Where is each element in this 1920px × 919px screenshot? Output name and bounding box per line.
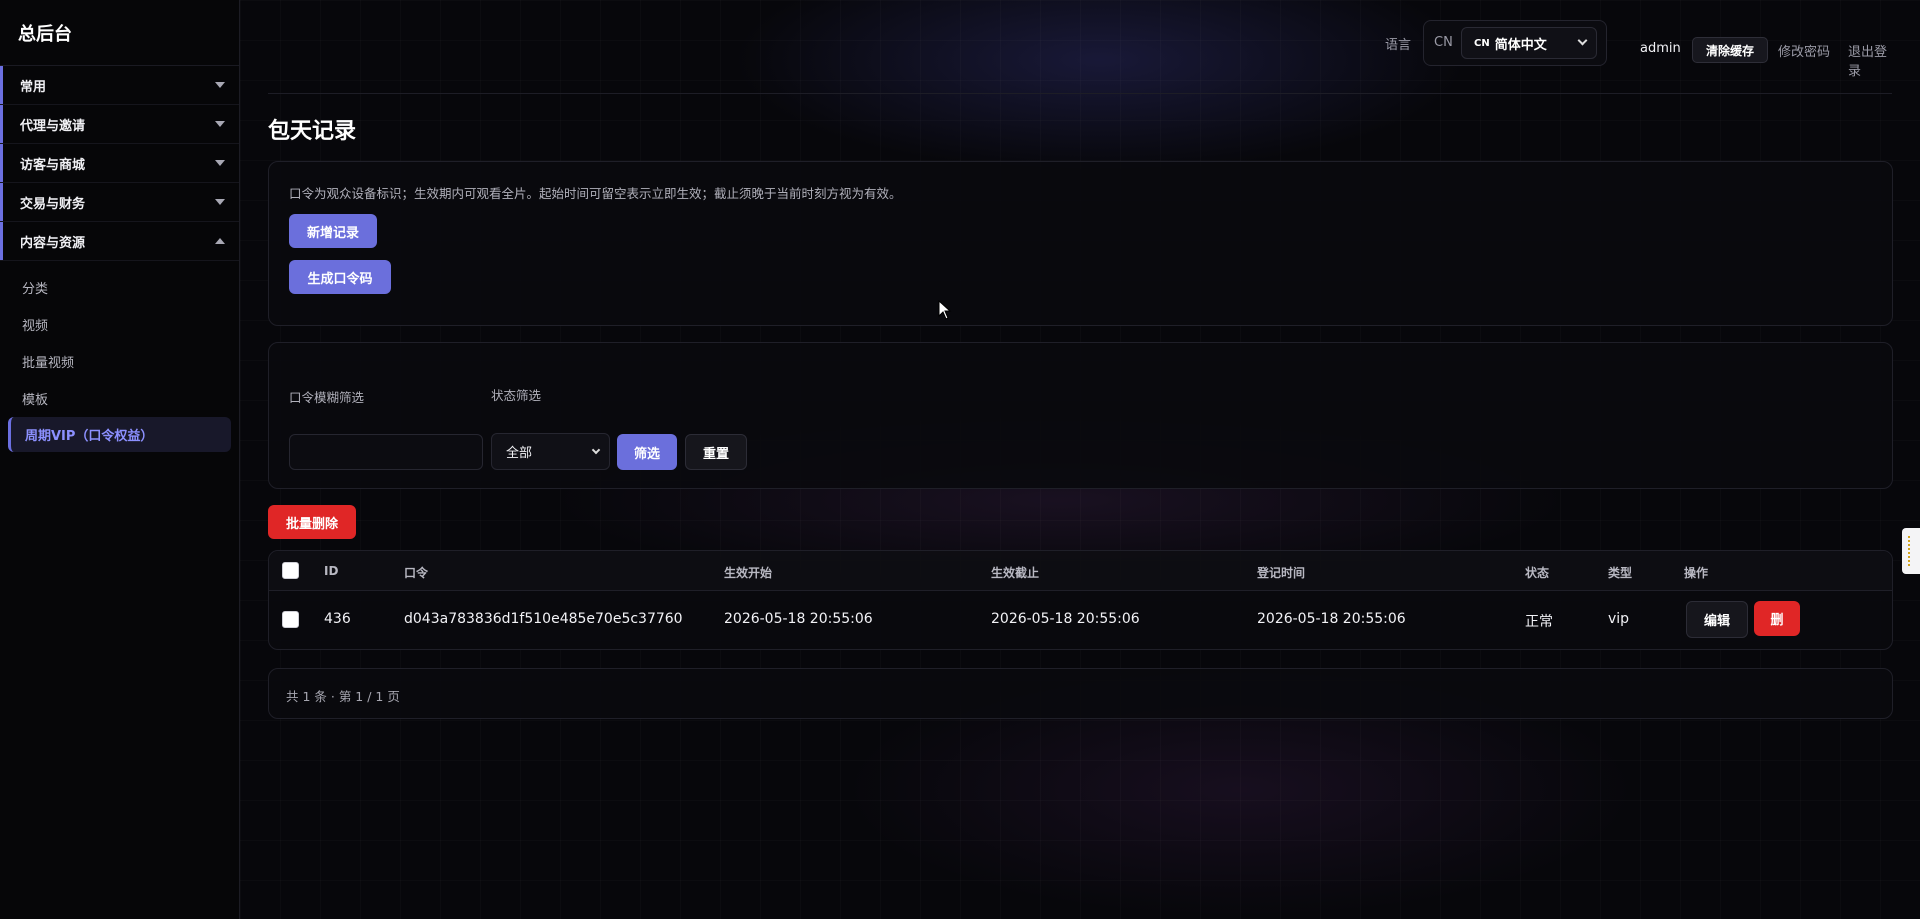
- edit-button[interactable]: 编辑: [1686, 601, 1748, 638]
- flag-icon: CN: [1474, 37, 1490, 49]
- row-registered: 2026-05-18 20:55:06: [1257, 611, 1406, 627]
- sidebar-item-category[interactable]: 分类: [0, 269, 239, 306]
- filter-card: 口令模糊筛选 状态筛选 全部 筛选 重置: [268, 342, 1893, 489]
- nav-group-label: 内容与资源: [20, 235, 86, 251]
- hint-text: 口令为观众设备标识；生效期内可观看全片。起始时间可留空表示立即生效；截止须晚于当…: [289, 186, 902, 201]
- row-status: 正常: [1525, 614, 1553, 630]
- records-table: ID 口令 生效开始 生效截止 登记时间 状态 类型 操作 436 d043a7…: [268, 550, 1893, 650]
- sidebar-item-batch-video[interactable]: 批量视频: [0, 343, 239, 380]
- chevron-down-icon: [215, 121, 225, 127]
- content-sub-menu: 分类 视频 批量视频 模板 周期VIP（口令权益）: [0, 261, 239, 452]
- language-code: CN: [1434, 35, 1453, 50]
- row-type: vip: [1608, 611, 1630, 627]
- actions-card: 口令为观众设备标识；生效期内可观看全片。起始时间可留空表示立即生效；截止须晚于当…: [268, 161, 1893, 326]
- sidebar-item-video[interactable]: 视频: [0, 306, 239, 343]
- nav-group-content[interactable]: 内容与资源: [0, 222, 239, 261]
- status-filter-label: 状态筛选: [491, 388, 542, 403]
- column-header-id: ID: [324, 564, 339, 578]
- status-filter-select[interactable]: 全部: [491, 433, 610, 470]
- pagination-summary: 共 1 条 · 第 1 / 1 页: [286, 689, 400, 704]
- change-password-link[interactable]: 修改密码: [1778, 41, 1830, 60]
- chevron-down-icon: [1577, 35, 1588, 46]
- nav-group-label: 代理与邀请: [20, 118, 86, 134]
- table-header: ID 口令 生效开始 生效截止 登记时间 状态 类型 操作: [269, 551, 1892, 591]
- column-header-end: 生效截止: [991, 566, 1040, 580]
- sidebar-item-period-vip[interactable]: 周期VIP（口令权益）: [8, 417, 231, 452]
- nav-group-common[interactable]: 常用: [0, 66, 239, 105]
- language-label: 语言: [1385, 38, 1412, 53]
- add-record-button[interactable]: 新增记录: [289, 214, 377, 248]
- select-all-checkbox[interactable]: [282, 562, 299, 579]
- generate-code-button[interactable]: 生成口令码: [289, 260, 391, 294]
- row-end: 2026-05-18 20:55:06: [991, 611, 1140, 627]
- row-code: d043a783836d1f510e485e70e5c37760: [404, 611, 683, 627]
- column-header-start: 生效开始: [724, 566, 773, 580]
- column-header-code: 口令: [404, 566, 429, 580]
- sidebar: 总后台 常用 代理与邀请 访客与商城 交易与财务 内容与资源 分类 视频 批量视…: [0, 0, 240, 919]
- batch-delete-button[interactable]: 批量删除: [268, 505, 356, 539]
- language-select-value: 简体中文: [1494, 37, 1547, 53]
- nav-group-label: 常用: [20, 79, 47, 95]
- nav-group-finance[interactable]: 交易与财务: [0, 183, 239, 222]
- status-filter-value: 全部: [506, 446, 533, 461]
- clear-cache-button[interactable]: 清除缓存: [1692, 37, 1768, 63]
- code-filter-label: 口令模糊筛选: [289, 390, 365, 405]
- username: admin: [1640, 41, 1681, 56]
- main-content: 语言 CN CN 简体中文 admin 清除缓存 修改密码 退出登录 包天记录 …: [240, 0, 1920, 919]
- row-start: 2026-05-18 20:55:06: [724, 611, 873, 627]
- logout-link[interactable]: 退出登录: [1848, 41, 1892, 79]
- column-header-type: 类型: [1608, 566, 1633, 580]
- pagination: 共 1 条 · 第 1 / 1 页: [268, 668, 1893, 719]
- filter-button[interactable]: 筛选: [617, 434, 677, 470]
- row-checkbox[interactable]: [282, 611, 299, 628]
- nav-group-label: 访客与商城: [20, 157, 86, 173]
- reset-button[interactable]: 重置: [685, 434, 747, 470]
- nav-group-agents[interactable]: 代理与邀请: [0, 105, 239, 144]
- column-header-status: 状态: [1525, 566, 1550, 580]
- code-filter-input[interactable]: [289, 434, 483, 470]
- language-select[interactable]: CN 简体中文: [1461, 27, 1597, 59]
- column-header-registered: 登记时间: [1257, 566, 1306, 580]
- chevron-down-icon: [591, 445, 601, 455]
- page-title: 包天记录: [268, 119, 357, 144]
- chevron-down-icon: [215, 82, 225, 88]
- chevron-down-icon: [215, 199, 225, 205]
- language-box: CN CN 简体中文: [1423, 20, 1607, 66]
- brand-title: 总后台: [0, 0, 239, 66]
- table-row: 436 d043a783836d1f510e485e70e5c37760 202…: [269, 591, 1892, 649]
- chevron-up-icon: [215, 238, 225, 244]
- sidebar-item-template[interactable]: 模板: [0, 380, 239, 417]
- chevron-down-icon: [215, 160, 225, 166]
- nav-group-label: 交易与财务: [20, 196, 86, 212]
- delete-button[interactable]: 删: [1754, 601, 1800, 636]
- row-id: 436: [324, 611, 351, 627]
- nav-group-visitors[interactable]: 访客与商城: [0, 144, 239, 183]
- topbar: 语言 CN CN 简体中文 admin 清除缓存 修改密码 退出登录: [268, 0, 1892, 94]
- side-handle-tab[interactable]: [1902, 528, 1920, 574]
- app-root: 总后台 常用 代理与邀请 访客与商城 交易与财务 内容与资源 分类 视频 批量视…: [0, 0, 1920, 919]
- mouse-cursor-icon: [938, 300, 952, 320]
- column-header-actions: 操作: [1684, 566, 1709, 580]
